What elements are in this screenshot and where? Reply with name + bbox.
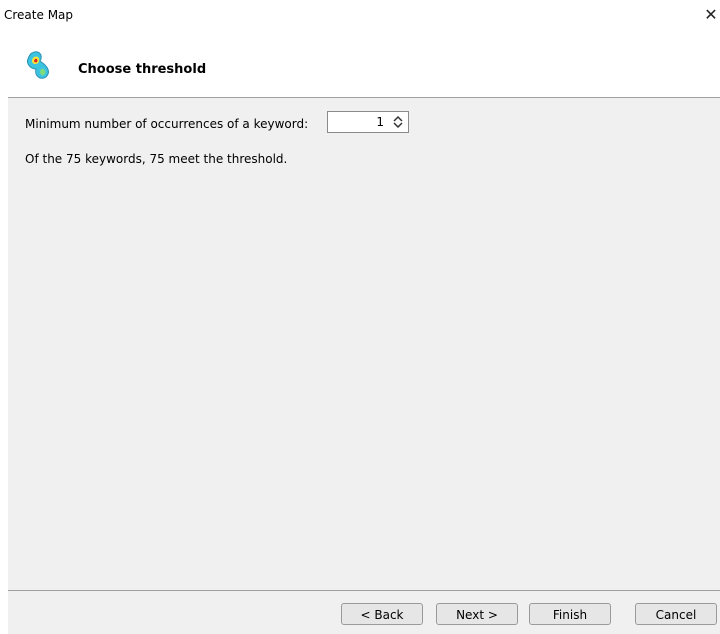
close-button[interactable]: ✕ <box>700 4 720 26</box>
next-button[interactable]: Next > <box>436 603 518 625</box>
threshold-summary: Of the 75 keywords, 75 meet the threshol… <box>25 152 288 166</box>
threshold-value[interactable]: 1 <box>376 115 384 129</box>
wizard-header: Choose threshold <box>8 37 720 98</box>
back-button[interactable]: < Back <box>341 603 423 625</box>
page-title: Choose threshold <box>78 62 207 77</box>
wizard-footer: < Back Next > Finish Cancel <box>8 590 720 634</box>
threshold-spinner[interactable]: 1 <box>327 111 409 133</box>
finish-button[interactable]: Finish <box>529 603 611 625</box>
map-icon <box>27 51 49 79</box>
spinner-arrows-icon[interactable] <box>390 114 406 130</box>
threshold-label: Minimum number of occurrences of a keywo… <box>25 117 309 131</box>
wizard-content: Minimum number of occurrences of a keywo… <box>8 98 720 590</box>
title-bar: Create Map ✕ <box>0 0 720 33</box>
cancel-button[interactable]: Cancel <box>635 603 717 625</box>
window-title: Create Map <box>4 8 74 22</box>
close-icon: ✕ <box>704 5 718 24</box>
